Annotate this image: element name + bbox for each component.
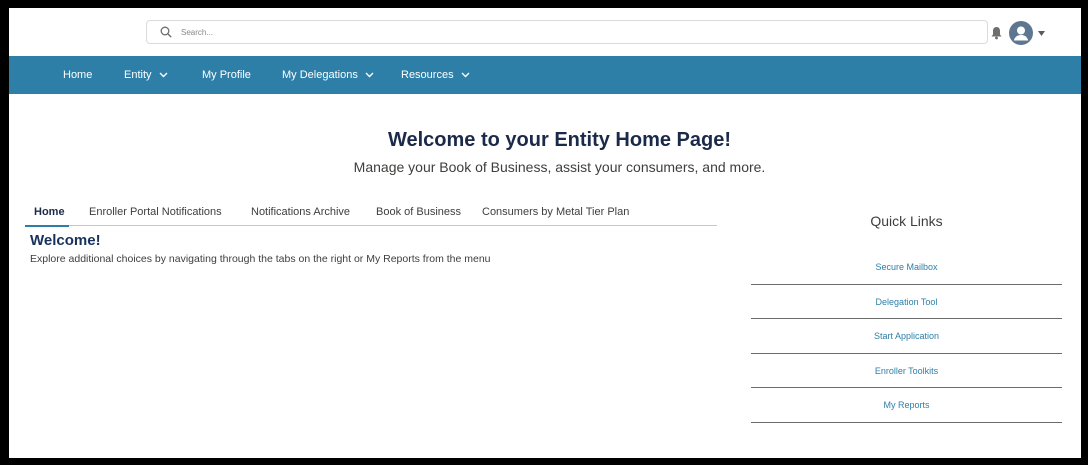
quick-link-enroller-toolkits[interactable]: Enroller Toolkits — [751, 354, 1062, 388]
top-bar — [9, 8, 1081, 56]
tab-book-of-business[interactable]: Book of Business — [376, 206, 461, 226]
quick-link-label: Enroller Toolkits — [874, 365, 939, 376]
chevron-down-icon — [159, 72, 168, 78]
nav-item-label: My Profile — [202, 69, 251, 81]
tab-label: Notifications Archive — [251, 206, 351, 218]
active-tab-indicator — [25, 225, 69, 227]
welcome-text: Explore additional choices by navigating… — [30, 253, 491, 265]
quick-link-secure-mailbox[interactable]: Secure Mailbox — [751, 250, 1062, 285]
user-avatar-icon[interactable] — [1009, 21, 1033, 45]
search-icon — [160, 26, 172, 38]
search-box[interactable] — [146, 20, 988, 44]
page-title: Welcome to your Entity Home Page! — [387, 129, 732, 151]
bell-icon[interactable] — [990, 26, 1003, 40]
tab-notifications-archive[interactable]: Notifications Archive — [251, 206, 350, 226]
nav-item-label: Resources — [401, 69, 454, 81]
quick-link-my-reports[interactable]: My Reports — [751, 388, 1062, 423]
tab-label: Book of Business — [376, 206, 461, 218]
tab-bar: Home Enroller Portal Notifications Notif… — [25, 206, 717, 227]
quick-link-label: My Reports — [883, 400, 930, 410]
tab-home[interactable]: Home — [34, 206, 65, 226]
quick-link-start-application[interactable]: Start Application — [751, 319, 1062, 354]
nav-item-my-delegations[interactable]: My Delegations — [282, 56, 374, 94]
caret-down-icon[interactable] — [1038, 31, 1045, 36]
nav-item-label: Entity — [124, 69, 152, 81]
chevron-down-icon — [461, 72, 470, 78]
tab-consumers-by-metal-tier-plan[interactable]: Consumers by Metal Tier Plan — [482, 206, 629, 226]
tab-label: Enroller Portal Notifications — [89, 206, 222, 218]
tab-label: Consumers by Metal Tier Plan — [482, 206, 630, 218]
page-subtitle: Manage your Book of Business, assist you… — [353, 159, 766, 175]
quick-link-label: Secure Mailbox — [875, 262, 938, 272]
quick-links-list: Secure Mailbox Delegation Tool Start App… — [751, 250, 1062, 423]
nav-item-resources[interactable]: Resources — [401, 56, 470, 94]
quick-link-delegation-tool[interactable]: Delegation Tool — [751, 285, 1062, 319]
main-nav: Home Entity My Profile My Delegations Re… — [9, 56, 1081, 94]
welcome-heading: Welcome! — [30, 232, 101, 249]
nav-item-label: My Delegations — [282, 69, 358, 81]
nav-item-label: Home — [63, 69, 93, 81]
search-input[interactable] — [181, 24, 971, 41]
quick-links-title: Quick Links — [870, 213, 943, 229]
quick-link-label: Start Application — [873, 331, 940, 341]
tab-enroller-portal-notifications[interactable]: Enroller Portal Notifications — [89, 206, 222, 226]
tab-label: Home — [34, 206, 65, 218]
page-frame: Home Entity My Profile My Delegations Re… — [9, 8, 1081, 458]
nav-item-my-profile[interactable]: My Profile — [202, 56, 251, 94]
nav-item-entity[interactable]: Entity — [124, 56, 168, 94]
nav-item-home[interactable]: Home — [63, 56, 92, 94]
chevron-down-icon — [365, 72, 374, 78]
quick-link-label: Delegation Tool — [875, 296, 938, 307]
